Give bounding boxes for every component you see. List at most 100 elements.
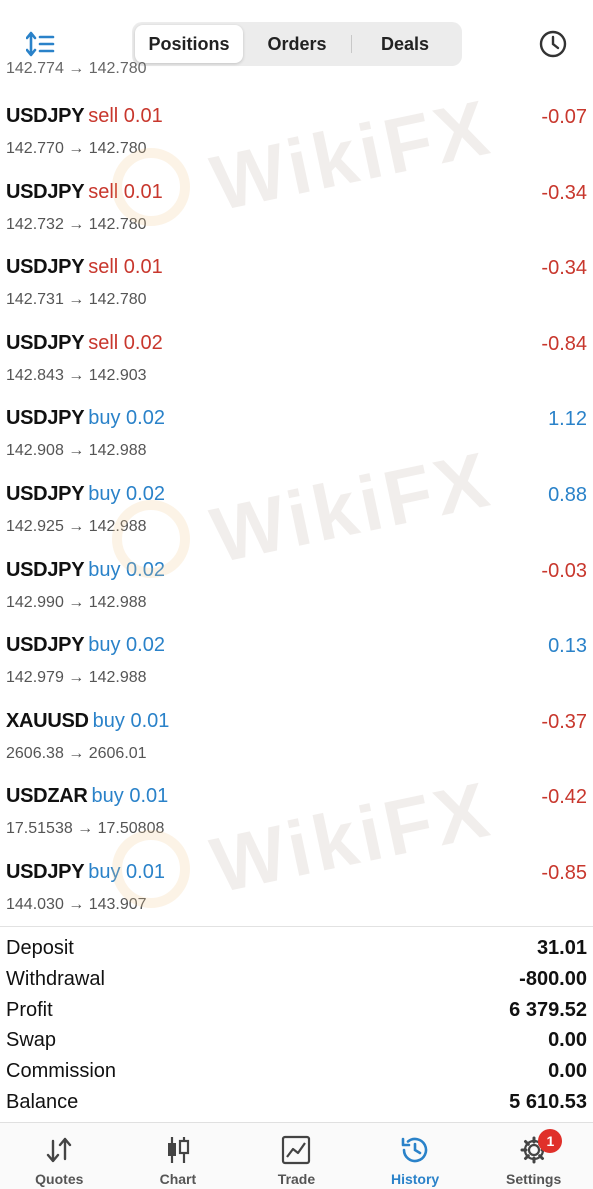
partial-deal-row: 142.774 → 142.780 bbox=[6, 60, 147, 77]
deal-row[interactable]: USDJPY sell 0.01 142.731 → 142.780 -0.34 bbox=[0, 251, 593, 327]
deal-symbol: USDJPY bbox=[6, 558, 85, 581]
deal-title: USDJPY buy 0.02 bbox=[6, 634, 165, 657]
nav-trade-label: Trade bbox=[277, 1171, 316, 1187]
summary-label: Swap bbox=[6, 1029, 57, 1052]
deal-profit: -0.34 bbox=[541, 257, 587, 280]
summary-value: 0.00 bbox=[548, 1060, 587, 1083]
deal-symbol: USDJPY bbox=[6, 105, 85, 127]
deal-side-volume: sell 0.01 bbox=[88, 105, 163, 127]
bottom-navigation: Quotes Chart Trade History 1 Settings bbox=[0, 1122, 593, 1189]
deal-title: USDJPY sell 0.01 bbox=[6, 105, 163, 128]
candlestick-icon bbox=[167, 1137, 189, 1163]
deal-prices: 142.732 → 142.780 bbox=[6, 215, 147, 233]
summary-row-balance: Balance 5 610.53 bbox=[0, 1089, 593, 1120]
summary-value: 31.01 bbox=[536, 937, 587, 959]
quotes-arrows-icon bbox=[47, 1137, 72, 1163]
deal-row[interactable]: USDJPY sell 0.01 142.732 → 142.780 -0.34 bbox=[0, 176, 593, 252]
summary-row-commission: Commission 0.00 bbox=[0, 1058, 593, 1089]
tab-positions[interactable]: Positions bbox=[135, 25, 243, 63]
summary-row-swap: Swap 0.00 bbox=[0, 1027, 593, 1058]
deal-title: USDJPY buy 0.02 bbox=[6, 407, 165, 430]
deal-symbol: USDJPY bbox=[6, 407, 85, 430]
notification-badge: 1 bbox=[538, 1129, 563, 1153]
summary-row-profit: Profit 6 379.52 bbox=[0, 997, 593, 1028]
deal-row[interactable]: USDJPY buy 0.02 142.925 → 142.988 0.88 bbox=[0, 478, 593, 554]
deal-row[interactable]: USDJPY sell 0.02 142.843 → 142.903 -0.84 bbox=[0, 327, 593, 403]
deal-prices: 144.030 → 143.907 bbox=[6, 895, 147, 913]
deal-side-volume: buy 0.02 bbox=[88, 407, 165, 430]
deal-profit: -0.07 bbox=[541, 106, 587, 128]
trade-chart-icon bbox=[282, 1135, 311, 1165]
deal-prices: 2606.38 → 2606.01 bbox=[6, 744, 147, 762]
deal-symbol: USDJPY bbox=[6, 331, 85, 354]
deal-symbol: USDJPY bbox=[6, 482, 85, 505]
deal-symbol: XAUUSD bbox=[6, 709, 89, 732]
deal-row[interactable]: USDJPY buy 0.01 144.030 → 143.907 -0.85 bbox=[0, 856, 593, 932]
deal-profit: -0.03 bbox=[541, 559, 587, 582]
deal-prices: 142.908 → 142.988 bbox=[6, 442, 147, 460]
nav-chart[interactable]: Chart bbox=[119, 1123, 238, 1189]
deal-profit: -0.85 bbox=[541, 861, 587, 884]
deal-row[interactable]: USDJPY buy 0.02 142.979 → 142.988 0.13 bbox=[0, 629, 593, 705]
deal-title: USDJPY buy 0.01 bbox=[6, 861, 165, 884]
deal-profit: 0.88 bbox=[548, 483, 587, 506]
summary-row-deposit: Deposit 31.01 bbox=[0, 935, 593, 966]
summary-value: 5 610.53 bbox=[509, 1090, 587, 1113]
deal-side-volume: sell 0.01 bbox=[88, 180, 163, 203]
summary-value: -800.00 bbox=[519, 967, 587, 990]
deal-prices: 142.925 → 142.988 bbox=[6, 517, 147, 535]
summary-label: Profit bbox=[6, 998, 53, 1021]
deal-row[interactable]: USDJPY buy 0.02 142.908 → 142.988 1.12 bbox=[0, 402, 593, 478]
deal-row[interactable]: XAUUSD buy 0.01 2606.38 → 2606.01 -0.37 bbox=[0, 705, 593, 781]
deal-side-volume: buy 0.01 bbox=[91, 785, 169, 808]
deal-profit: -0.34 bbox=[541, 181, 587, 204]
deal-title: USDJPY sell 0.01 bbox=[6, 181, 163, 204]
summary-label: Balance bbox=[6, 1090, 79, 1113]
deal-row[interactable]: USDZAR buy 0.01 17.51538 → 17.50808 -0.42 bbox=[0, 780, 593, 856]
deal-title: USDJPY buy 0.02 bbox=[6, 559, 165, 582]
deal-symbol: USDJPY bbox=[6, 860, 85, 883]
nav-history-label: History bbox=[390, 1171, 440, 1187]
deal-title: USDJPY sell 0.02 bbox=[6, 332, 163, 355]
deal-symbol: USDZAR bbox=[6, 785, 88, 808]
summary-label: Withdrawal bbox=[6, 967, 105, 990]
nav-quotes-label: Quotes bbox=[35, 1171, 84, 1187]
deal-title: USDJPY buy 0.02 bbox=[6, 483, 165, 506]
deal-profit: -0.37 bbox=[541, 710, 587, 733]
deal-profit: 0.13 bbox=[548, 635, 587, 658]
deals-segmented-control: Positions Orders Deals bbox=[132, 22, 462, 66]
deal-side-volume: sell 0.01 bbox=[88, 256, 163, 279]
deal-profit: -0.84 bbox=[541, 332, 587, 355]
deal-title: XAUUSD buy 0.01 bbox=[6, 710, 169, 733]
deal-row[interactable]: USDJPY sell 0.01 142.770 → 142.780 -0.07 bbox=[0, 100, 593, 176]
summary-label: Commission bbox=[6, 1060, 117, 1083]
nav-history[interactable]: History bbox=[356, 1123, 475, 1189]
deal-side-volume: buy 0.02 bbox=[88, 558, 165, 581]
nav-trade[interactable]: Trade bbox=[237, 1123, 356, 1189]
summary-value: 6 379.52 bbox=[509, 998, 587, 1021]
nav-settings-label: Settings bbox=[506, 1171, 562, 1187]
summary-row-withdrawal: Withdrawal -800.00 bbox=[0, 966, 593, 997]
deal-side-volume: sell 0.02 bbox=[88, 331, 163, 354]
nav-quotes[interactable]: Quotes bbox=[0, 1123, 119, 1189]
deal-side-volume: buy 0.02 bbox=[88, 634, 165, 657]
deal-prices: 17.51538 → 17.50808 bbox=[6, 820, 165, 838]
deals-list: USDJPY sell 0.01 142.770 → 142.780 -0.07 USD… bbox=[0, 100, 593, 932]
deal-row[interactable]: USDJPY buy 0.02 142.990 → 142.988 -0.03 bbox=[0, 554, 593, 630]
tab-deals[interactable]: Deals bbox=[351, 25, 459, 63]
sort-icon[interactable] bbox=[26, 30, 56, 58]
deal-prices: 142.731 → 142.780 bbox=[6, 291, 147, 309]
deal-prices: 142.770 → 142.780 bbox=[6, 140, 147, 157]
nav-settings[interactable]: 1 Settings bbox=[474, 1123, 593, 1189]
deal-prices: 142.979 → 142.988 bbox=[6, 669, 147, 687]
deal-symbol: USDJPY bbox=[6, 180, 85, 203]
deal-side-volume: buy 0.01 bbox=[92, 709, 170, 732]
deal-prices: 142.990 → 142.988 bbox=[6, 593, 147, 611]
clock-icon[interactable] bbox=[538, 29, 568, 59]
summary-label: Deposit bbox=[6, 937, 74, 959]
account-summary: Deposit 31.01 Withdrawal -800.00 Profit 6 379… bbox=[0, 926, 593, 1120]
deal-prices: 142.843 → 142.903 bbox=[6, 366, 147, 384]
deal-title: USDJPY sell 0.01 bbox=[6, 256, 163, 279]
nav-chart-label: Chart bbox=[159, 1171, 197, 1187]
tab-orders[interactable]: Orders bbox=[243, 25, 351, 63]
